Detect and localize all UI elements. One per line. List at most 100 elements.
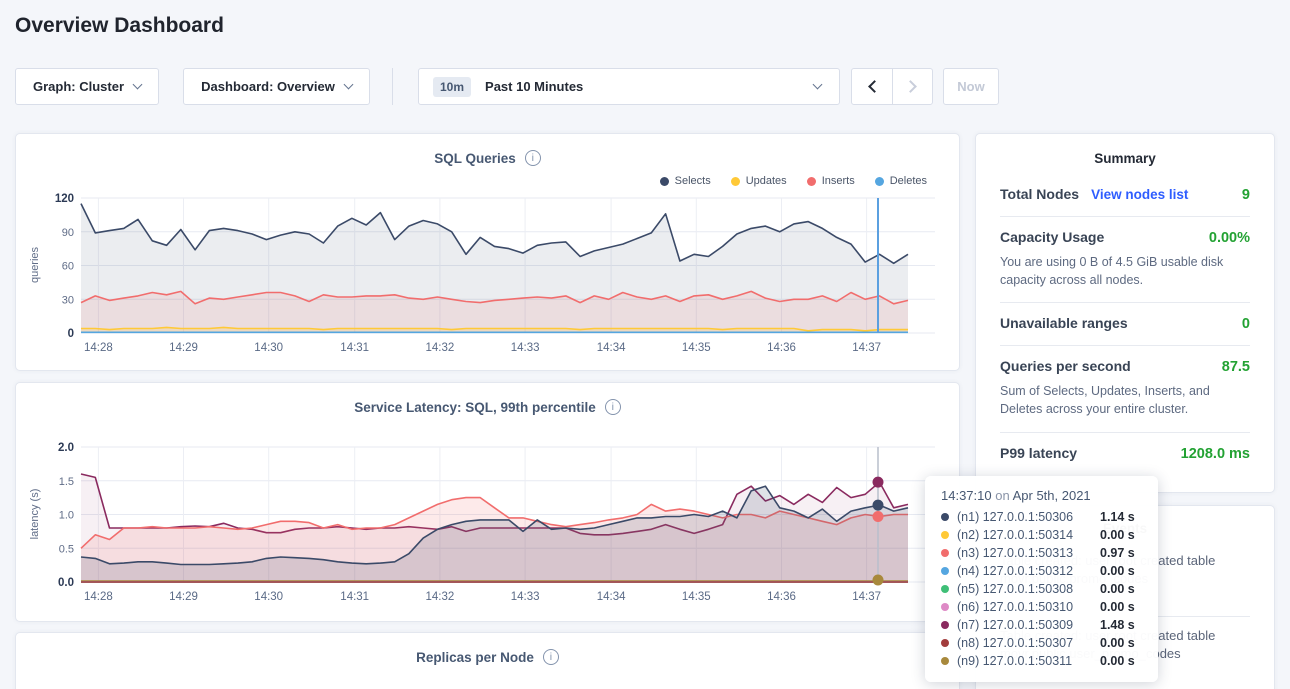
tooltip-node-label: (n7) 127.0.0.1:50309 [957, 618, 1073, 632]
tooltip-date: Apr 5th, 2021 [1013, 488, 1091, 503]
p99-latency-section: P99 latency 1208.0 ms [1000, 432, 1250, 475]
unavailable-ranges-section: Unavailable ranges 0 [1000, 302, 1250, 345]
svg-text:14:37: 14:37 [852, 342, 881, 354]
tooltip-node-value: 0.00 s [1100, 564, 1144, 578]
svg-text:90: 90 [62, 227, 74, 239]
total-nodes-label: Total Nodes [1000, 186, 1079, 202]
summary-panel: Summary Total Nodes View nodes list 9 Ca… [975, 133, 1275, 493]
n3-series-dot-icon [941, 549, 949, 557]
tooltip-node-value: 1.14 s [1100, 510, 1144, 524]
svg-text:14:29: 14:29 [169, 591, 198, 603]
svg-text:14:36: 14:36 [767, 342, 796, 354]
service-latency-chart[interactable]: 0.00.51.01.52.014:2814:2914:3014:3114:32… [36, 441, 941, 611]
chevron-down-icon [813, 80, 823, 90]
capacity-usage-description: You are using 0 B of 4.5 GiB usable disk… [1000, 253, 1250, 289]
info-icon[interactable]: i [543, 649, 559, 665]
time-prev-button[interactable] [852, 69, 892, 104]
chevron-left-icon [868, 80, 881, 93]
svg-text:0: 0 [68, 328, 74, 340]
info-icon[interactable]: i [525, 150, 541, 166]
sql-queries-header: SQL Queries i [36, 146, 939, 170]
tooltip-row-n1: (n1) 127.0.0.1:50306 1.14 s [941, 508, 1144, 526]
tooltip-row-n3: (n3) 127.0.0.1:50313 0.97 s [941, 544, 1144, 562]
svg-text:0.5: 0.5 [59, 543, 74, 555]
tooltip-node-value: 0.00 s [1100, 600, 1144, 614]
n5-series-dot-icon [941, 585, 949, 593]
legend-label: Selects [675, 175, 711, 187]
svg-text:120: 120 [55, 193, 74, 205]
n6-series-dot-icon [941, 603, 949, 611]
n8-series-dot-icon [941, 639, 949, 647]
time-nav-group [851, 68, 933, 105]
tooltip-node-value: 0.00 s [1100, 654, 1144, 668]
svg-text:1.5: 1.5 [59, 476, 74, 488]
summary-title: Summary [1000, 134, 1250, 174]
unavailable-ranges-label: Unavailable ranges [1000, 315, 1128, 331]
svg-text:14:37: 14:37 [852, 591, 881, 603]
svg-text:14:35: 14:35 [682, 591, 711, 603]
svg-text:30: 30 [62, 294, 74, 306]
n4-series-dot-icon [941, 567, 949, 575]
inserts-dot-icon [807, 177, 816, 186]
svg-text:2.0: 2.0 [58, 442, 74, 454]
service-latency-y-axis-label: latency (s) [29, 469, 41, 559]
tooltip-row-n8: (n8) 127.0.0.1:50307 0.00 s [941, 634, 1144, 652]
service-latency-header: Service Latency: SQL, 99th percentile i [36, 395, 939, 419]
svg-text:14:28: 14:28 [84, 591, 113, 603]
now-button-disabled[interactable]: Now [943, 68, 999, 105]
dashboard-select-dropdown[interactable]: Dashboard: Overview [183, 68, 370, 105]
dashboard-controls: Graph: Cluster Dashboard: Overview 10m P… [15, 68, 999, 105]
legend-label: Deletes [890, 175, 927, 187]
svg-text:14:31: 14:31 [340, 342, 369, 354]
svg-text:14:34: 14:34 [597, 342, 626, 354]
info-icon[interactable]: i [605, 399, 621, 415]
tooltip-row-n9: (n9) 127.0.0.1:50311 0.00 s [941, 652, 1144, 670]
total-nodes-section: Total Nodes View nodes list 9 [1000, 174, 1250, 216]
deletes-dot-icon [875, 177, 884, 186]
queries-per-second-label: Queries per second [1000, 358, 1131, 374]
sql-queries-title: SQL Queries [434, 151, 516, 166]
service-latency-title: Service Latency: SQL, 99th percentile [354, 400, 596, 415]
legend-item-selects: Selects [660, 175, 711, 187]
time-next-button-disabled[interactable] [892, 69, 932, 104]
capacity-usage-value: 0.00% [1209, 230, 1250, 246]
tooltip-node-value: 0.00 s [1100, 582, 1144, 596]
tooltip-node-label: (n5) 127.0.0.1:50308 [957, 582, 1073, 596]
n9-series-dot-icon [941, 657, 949, 665]
sql-queries-chart[interactable]: 030609012014:2814:2914:3014:3114:3214:33… [36, 192, 941, 362]
charts-column: SQL Queries i Selects Updates Inserts [15, 133, 960, 689]
tooltip-row-n6: (n6) 127.0.0.1:50310 0.00 s [941, 598, 1144, 616]
tooltip-node-value: 0.00 s [1100, 636, 1144, 650]
tooltip-node-value: 1.48 s [1100, 618, 1144, 632]
tooltip-node-label: (n3) 127.0.0.1:50313 [957, 546, 1073, 560]
legend-label: Inserts [822, 175, 855, 187]
svg-text:14:31: 14:31 [340, 591, 369, 603]
tooltip-timestamp: 14:37:10 on Apr 5th, 2021 [941, 488, 1144, 503]
legend-label: Updates [746, 175, 787, 187]
time-range-label: Past 10 Minutes [485, 79, 583, 94]
view-nodes-list-link[interactable]: View nodes list [1091, 187, 1188, 202]
queries-per-second-description: Sum of Selects, Updates, Inserts, and De… [1000, 382, 1250, 418]
tooltip-node-label: (n4) 127.0.0.1:50312 [957, 564, 1073, 578]
selects-dot-icon [660, 177, 669, 186]
sql-queries-panel: SQL Queries i Selects Updates Inserts [15, 133, 960, 371]
queries-per-second-section: Queries per second 87.5 Sum of Selects, … [1000, 345, 1250, 431]
queries-per-second-value: 87.5 [1222, 359, 1250, 375]
tooltip-node-label: (n2) 127.0.0.1:50314 [957, 528, 1073, 542]
svg-text:14:35: 14:35 [682, 342, 711, 354]
capacity-usage-label: Capacity Usage [1000, 229, 1104, 245]
sql-queries-legend: Selects Updates Inserts Deletes [36, 170, 939, 192]
sql-queries-y-axis-label: queries [29, 220, 41, 310]
svg-text:1.0: 1.0 [59, 510, 74, 522]
tooltip-row-n2: (n2) 127.0.0.1:50314 0.00 s [941, 526, 1144, 544]
svg-text:14:34: 14:34 [597, 591, 626, 603]
legend-item-updates: Updates [731, 175, 787, 187]
tooltip-row-n7: (n7) 127.0.0.1:50309 1.48 s [941, 616, 1144, 634]
svg-text:0.0: 0.0 [58, 577, 74, 589]
graph-scope-dropdown[interactable]: Graph: Cluster [15, 68, 159, 105]
svg-text:14:30: 14:30 [254, 342, 283, 354]
time-range-dropdown[interactable]: 10m Past 10 Minutes [418, 68, 840, 105]
chevron-right-icon [904, 80, 917, 93]
legend-item-inserts: Inserts [807, 175, 855, 187]
chevron-down-icon [133, 80, 143, 90]
